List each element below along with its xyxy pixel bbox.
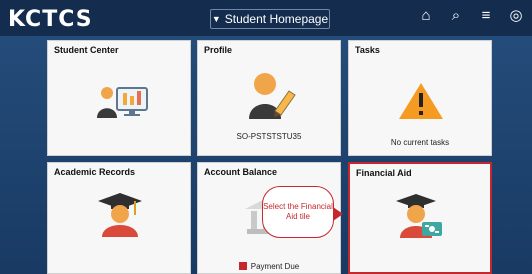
payment-alert-icon <box>238 262 247 270</box>
profile-icon <box>249 73 296 119</box>
financial-aid-tile[interactable]: Financial Aid <box>348 162 492 274</box>
tile-title: Tasks <box>355 45 380 55</box>
payment-due-label: Payment Due <box>250 262 300 271</box>
logo: KCTCS <box>8 7 93 32</box>
profile-id: SO-PSTSTSTU35 <box>236 132 302 141</box>
dropdown-caret-icon: ▼ <box>211 14 221 24</box>
callout-text: Select the Financial Aid tile <box>263 202 333 221</box>
payment-due-status: Payment Due <box>198 262 340 271</box>
top-icons: ⌂ ⌕ ≡ ◎ <box>418 8 524 24</box>
student-center-tile[interactable]: Student Center <box>47 40 191 156</box>
tile-title: Profile <box>204 45 233 55</box>
search-icon[interactable]: ⌕ <box>448 8 464 24</box>
graduate-icon <box>98 193 142 237</box>
warning-icon <box>399 83 443 119</box>
tile-title: Student Center <box>54 45 119 55</box>
tile-title: Financial Aid <box>356 168 412 178</box>
instruction-callout: Select the Financial Aid tile <box>262 186 343 238</box>
profile-tile[interactable]: Profile SO-PSTSTSTU35 <box>197 40 341 156</box>
compass-icon[interactable]: ◎ <box>508 8 524 24</box>
home-icon[interactable]: ⌂ <box>418 8 434 24</box>
page-menu-label: Student Homepage <box>224 12 329 26</box>
top-navigation-bar: KCTCS ▼ Student Homepage ⌂ ⌕ ≡ ◎ <box>0 0 532 36</box>
academic-records-tile[interactable]: Academic Records <box>47 162 191 274</box>
financial-aid-icon <box>396 194 442 238</box>
tile-title: Account Balance <box>204 167 278 177</box>
student-homepage-dropdown[interactable]: ▼ Student Homepage <box>210 9 330 29</box>
menu-icon[interactable]: ≡ <box>478 8 494 24</box>
tile-title: Academic Records <box>54 167 136 177</box>
tasks-status: No current tasks <box>390 138 450 147</box>
tasks-tile[interactable]: Tasks No current tasks <box>348 40 492 156</box>
student-center-icon <box>97 87 148 118</box>
homepage-tiles-area: Student Center Profile SO-PSTSTSTU35 Tas… <box>0 36 532 274</box>
